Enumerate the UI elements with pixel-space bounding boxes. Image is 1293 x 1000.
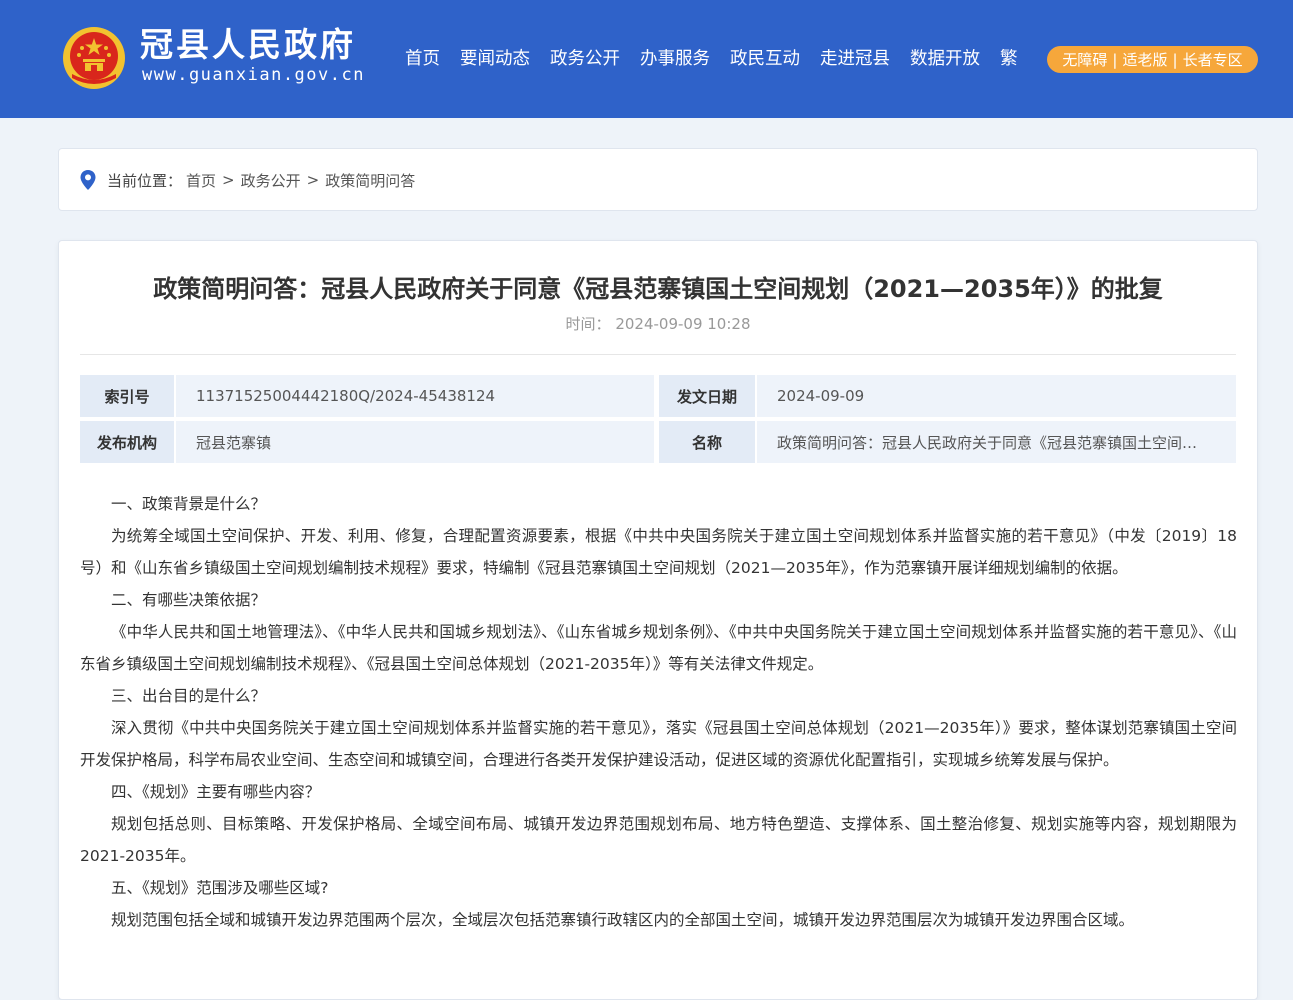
nav-home[interactable]: 首页 [405, 46, 440, 72]
nav-gov-affairs[interactable]: 政务公开 [550, 46, 620, 72]
breadcrumb-label: 当前位置： [107, 171, 183, 190]
index-number-value: 11371525004442180Q/2024-45438124 [176, 375, 654, 417]
site-header: 冠县人民政府 www.guanxian.gov.cn 首页 要闻动态 政务公开 … [0, 0, 1293, 118]
elderly-version-link[interactable]: 适老版 [1122, 49, 1167, 70]
senior-zone-link[interactable]: 长者专区 [1183, 49, 1243, 70]
nav-services[interactable]: 办事服务 [640, 46, 710, 72]
access-separator: | [1172, 50, 1178, 69]
breadcrumb-current[interactable]: 政策简明问答 [325, 170, 415, 191]
section-heading: 一、政策背景是什么？ [111, 495, 267, 513]
nav-news[interactable]: 要闻动态 [460, 46, 530, 72]
index-number-text: 11371525004442180Q/2024-45438124 [196, 387, 496, 405]
nav-interaction[interactable]: 政民互动 [730, 46, 800, 72]
nav-about-county[interactable]: 走进冠县 [820, 46, 890, 72]
paragraph: 规划范围包括全域和城镇开发边界范围两个层次，全域层次包括范寨镇行政辖区内的全部国… [111, 911, 1135, 929]
section-heading: 三、出台目的是什么？ [111, 687, 267, 705]
main-nav: 首页 要闻动态 政务公开 办事服务 政民互动 走进冠县 数据开放 繁 [405, 46, 1018, 72]
publisher-text: 冠县范寨镇 [196, 433, 272, 452]
location-pin-icon [80, 170, 96, 190]
national-emblem-icon[interactable] [62, 26, 126, 90]
doc-name-label: 名称 [659, 421, 755, 463]
nav-open-data[interactable]: 数据开放 [910, 46, 980, 72]
article-body: 一、政策背景是什么？ 为统筹全域国土空间保护、开发、利用、修复，合理配置资源要素… [80, 488, 1237, 936]
doc-name-value: 政策简明问答：冠县人民政府关于同意《冠县范寨镇国土空间规划（2021—2035年… [757, 421, 1236, 463]
publisher-value: 冠县范寨镇 [176, 421, 654, 463]
site-url: www.guanxian.gov.cn [142, 65, 365, 85]
issue-date-text: 2024-09-09 [777, 387, 865, 405]
section-heading: 五、《规划》范围涉及哪些区域? [111, 879, 329, 897]
time-value: 2024-09-09 10:28 [615, 315, 751, 333]
time-label: 时间： [565, 315, 611, 333]
accessibility-bar: 无障碍 | 适老版 | 长者专区 [1047, 46, 1258, 73]
article-meta: 时间： 2024-09-09 10:28 [0, 313, 1293, 335]
breadcrumb-arrow: > [222, 171, 235, 189]
paragraph: 为统筹全域国土空间保护、开发、利用、修复，合理配置资源要素，根据《中共中央国务院… [80, 527, 1237, 577]
index-number-label: 索引号 [80, 375, 174, 417]
issue-date-value: 2024-09-09 [757, 375, 1236, 417]
paragraph: 深入贯彻《中共中央国务院关于建立国土空间规划体系并监督实施的若干意见》，落实《冠… [80, 719, 1237, 769]
accessibility-link[interactable]: 无障碍 [1062, 49, 1107, 70]
section-heading: 二、有哪些决策依据？ [111, 591, 267, 609]
doc-name-text: 政策简明问答：冠县人民政府关于同意《冠县范寨镇国土空间规划（2021—2035年… [777, 433, 1206, 452]
publisher-label: 发布机构 [80, 421, 174, 463]
access-separator: | [1112, 50, 1118, 69]
breadcrumb-arrow: > [306, 171, 320, 189]
breadcrumb-home[interactable]: 首页 [186, 170, 216, 191]
breadcrumb: 当前位置： 首页 > 政务公开 > 政策简明问答 [79, 169, 415, 191]
traditional-chinese-link[interactable]: 繁 [1000, 46, 1018, 72]
issue-date-label: 发文日期 [659, 375, 755, 417]
breadcrumb-panel: 当前位置： 首页 > 政务公开 > 政策简明问答 [58, 148, 1258, 211]
site-title[interactable]: 冠县人民政府 [140, 26, 356, 64]
paragraph: 规划包括总则、目标策略、开发保护格局、全域空间布局、城镇开发边界范围规划布局、地… [80, 815, 1237, 865]
paragraph: 《中华人民共和国土地管理法》、《中华人民共和国城乡规划法》、《山东省城乡规划条例… [80, 623, 1237, 673]
title-divider [80, 354, 1236, 355]
section-heading: 四、《规划》主要有哪些内容？ [111, 783, 321, 801]
article-title: 政策简明问答：冠县人民政府关于同意《冠县范寨镇国土空间规划（2021—2035年… [153, 275, 1163, 303]
breadcrumb-gov-affairs[interactable]: 政务公开 [241, 170, 301, 191]
